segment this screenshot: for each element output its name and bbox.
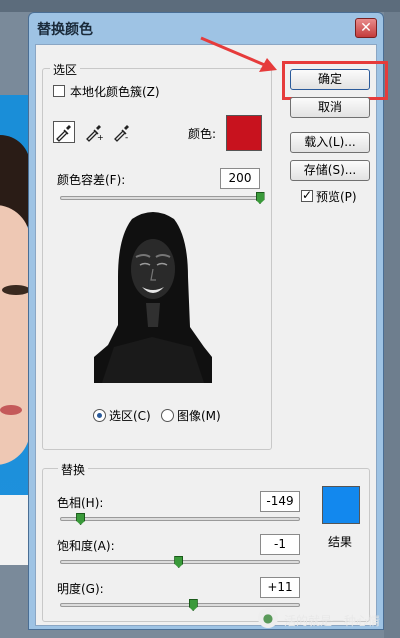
selection-color-swatch[interactable]: [226, 115, 262, 151]
dialog-title: 替换颜色: [37, 22, 93, 38]
lightness-input[interactable]: +11: [260, 577, 300, 598]
lightness-slider-track[interactable]: [60, 603, 300, 607]
preview-checkbox[interactable]: [301, 188, 313, 202]
radio-selection-label: 选区(C): [109, 409, 151, 423]
fuzziness-label: 颜色容差(F):: [57, 173, 126, 187]
selection-color-label: 颜色:: [188, 127, 217, 141]
selection-legend: 选区: [50, 61, 81, 78]
workspace-right-edge: [384, 12, 400, 638]
fuzziness-input[interactable]: 200: [220, 168, 260, 189]
ok-button[interactable]: 确定: [290, 69, 370, 90]
cancel-button[interactable]: 取消: [290, 97, 370, 118]
radio-image-label: 图像(M): [177, 409, 221, 423]
saturation-input[interactable]: -1: [260, 534, 300, 555]
hue-slider-track[interactable]: [60, 517, 300, 521]
fuzziness-slider-track[interactable]: [60, 196, 260, 200]
radio-image[interactable]: [161, 409, 174, 422]
lightness-label: 明度(G):: [57, 582, 104, 596]
dialog-client: 选区 本地化颜色簇(Z) + - 颜色: 颜色容差(F): 200 选区(C) …: [35, 44, 388, 626]
svg-text:+: +: [97, 133, 104, 142]
eyedropper-minus-tool[interactable]: -: [111, 121, 133, 143]
eyedropper-icon: [56, 125, 71, 142]
selection-mask-image: [94, 207, 212, 383]
eyedropper-plus-tool[interactable]: +: [83, 121, 105, 143]
eyedropper-tool[interactable]: [53, 121, 75, 143]
result-color-swatch[interactable]: [322, 486, 360, 524]
close-button[interactable]: ✕: [355, 18, 377, 38]
eyedropper-minus-icon: -: [114, 125, 129, 143]
eyedropper-plus-icon: +: [86, 125, 104, 142]
result-label: 结果: [328, 535, 353, 549]
preview-label: 预览(P): [316, 190, 357, 204]
hue-input[interactable]: -149: [260, 491, 300, 512]
saturation-label: 饱和度(A):: [57, 539, 115, 553]
close-icon: ✕: [360, 20, 372, 36]
wechat-icon: ●: [258, 608, 278, 628]
svg-text:-: -: [125, 133, 128, 142]
annotation-arrow-icon: [200, 36, 277, 72]
replacement-legend: 替换: [58, 461, 89, 478]
save-button[interactable]: 存储(S)...: [290, 160, 370, 181]
workspace-top-bar: [0, 0, 400, 12]
radio-selection[interactable]: [93, 409, 106, 422]
load-button[interactable]: 载入(L)...: [290, 132, 370, 153]
watermark-text: 活的就是一种心情: [284, 614, 381, 628]
replace-color-dialog: 替换颜色 ✕ 选区 本地化颜色簇(Z) + - 颜色: 颜色容差(F): 200: [28, 12, 388, 630]
localized-clusters-checkbox[interactable]: [53, 85, 65, 97]
selection-preview: [94, 207, 212, 383]
localized-clusters-label: 本地化颜色簇(Z): [70, 85, 160, 99]
hue-label: 色相(H):: [57, 496, 104, 510]
